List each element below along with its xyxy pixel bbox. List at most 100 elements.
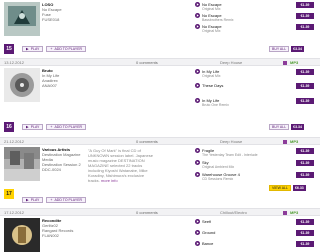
track-price-button[interactable]: €1.39 bbox=[296, 13, 314, 19]
play-icon: ▶ bbox=[26, 125, 29, 129]
play-icon[interactable] bbox=[195, 13, 200, 18]
comments-link[interactable]: 0 comments bbox=[136, 139, 158, 144]
play-button[interactable]: ▶ PLAY bbox=[22, 197, 44, 203]
play-icon[interactable] bbox=[195, 69, 200, 74]
track-price-button[interactable]: €1.39 bbox=[296, 69, 314, 75]
release-catalog: ANA007 bbox=[42, 83, 57, 88]
release-info: LOSO No Escape Fuse FUSE018 bbox=[42, 2, 86, 22]
format-icon bbox=[283, 61, 287, 65]
track-mix: The Yesterday Team Edit - Interlude bbox=[202, 153, 258, 157]
play-icon[interactable] bbox=[195, 241, 200, 246]
release-date: 21.12.2012 bbox=[4, 138, 25, 144]
cover-art bbox=[4, 147, 40, 181]
play-icon[interactable] bbox=[195, 24, 200, 29]
genre-label[interactable]: Deep House bbox=[220, 139, 242, 144]
track-title[interactable]: Bance bbox=[202, 241, 213, 246]
track-price-button[interactable]: €1.39 bbox=[296, 98, 314, 104]
release-cover[interactable] bbox=[4, 68, 40, 102]
play-icon[interactable] bbox=[195, 83, 200, 88]
release-info: Recondite Gerlitz02 Rangard Records FLAN… bbox=[42, 218, 86, 238]
track-price-button[interactable]: €1.39 bbox=[296, 160, 314, 166]
track-row: Ground bbox=[195, 230, 279, 241]
track-mix: Original Mix bbox=[202, 74, 221, 78]
play-button[interactable]: ▶ PLAY bbox=[22, 124, 44, 130]
format-label: MP3 bbox=[290, 209, 299, 215]
format-label: MP3 bbox=[290, 138, 299, 144]
cover-art bbox=[4, 218, 40, 252]
release-catalog: DDC-0024 bbox=[42, 167, 61, 172]
play-icon[interactable] bbox=[195, 219, 200, 224]
play-icon[interactable] bbox=[195, 2, 200, 7]
track-price-button[interactable]: €1.39 bbox=[296, 83, 314, 89]
comments-link[interactable]: 0 comments bbox=[136, 60, 158, 65]
release-cover[interactable] bbox=[4, 147, 40, 181]
release-meta-bar: 21.12.2012 0 comments Deep House MP3 bbox=[0, 137, 320, 145]
track-price-button[interactable]: €1.39 bbox=[296, 241, 314, 247]
buy-all-price[interactable]: €3.34 bbox=[291, 124, 304, 130]
chart-position-badge: 16 bbox=[4, 122, 14, 132]
release-actions: ▶ PLAY + ADD TO PLAYER bbox=[22, 124, 87, 130]
track-price-button[interactable]: €1.39 bbox=[296, 219, 314, 225]
more-info-link[interactable]: more info bbox=[101, 178, 118, 183]
description-text: "A Guy Of Mark" is final CD of UNKNOWN s… bbox=[88, 148, 153, 183]
add-to-player-button[interactable]: + ADD TO PLAYER bbox=[46, 124, 87, 130]
buy-all: BUY ALL €3.34 bbox=[269, 124, 304, 130]
play-icon[interactable] bbox=[195, 148, 200, 153]
buy-all: VIEW ALL €6.33 bbox=[269, 185, 306, 191]
plus-icon: + bbox=[50, 125, 53, 129]
add-to-player-button[interactable]: + ADD TO PLAYER bbox=[46, 197, 87, 203]
track-price-button[interactable]: €1.39 bbox=[296, 2, 314, 8]
play-icon[interactable] bbox=[195, 160, 200, 165]
track-row: Seefi bbox=[195, 219, 279, 230]
release-actions: ▶ PLAY + ADD TO PLAYER bbox=[22, 46, 87, 52]
genre-label[interactable]: Deep House bbox=[220, 60, 242, 65]
chart-position-badge: 15 bbox=[4, 44, 14, 54]
add-to-player-button[interactable]: + ADD TO PLAYER bbox=[46, 46, 87, 52]
track-row: No Escape Original Mix bbox=[195, 2, 279, 13]
play-icon[interactable] bbox=[195, 98, 200, 103]
format-label: MP3 bbox=[290, 59, 299, 65]
release-meta-bar: 17.12.2012 0 comments Chillout/Electro M… bbox=[0, 208, 320, 216]
play-icon: ▶ bbox=[26, 198, 29, 202]
track-title[interactable]: These Days bbox=[202, 83, 223, 88]
buy-all-price[interactable]: €3.34 bbox=[291, 46, 304, 52]
track-price-button[interactable]: €1.39 bbox=[296, 172, 314, 178]
track-row: No Escape Original Mix bbox=[195, 24, 279, 35]
view-all-button[interactable]: VIEW ALL bbox=[269, 185, 291, 191]
track-row: Bance bbox=[195, 241, 279, 252]
genre-label[interactable]: Chillout/Electro bbox=[220, 210, 247, 215]
release-title[interactable]: Destination Magazine Media bbox=[42, 152, 86, 162]
track-mix: Original Mix bbox=[202, 29, 221, 33]
release-cover[interactable] bbox=[4, 2, 40, 36]
play-icon[interactable] bbox=[195, 230, 200, 235]
cover-art bbox=[4, 2, 40, 36]
track-mix: Original Mix bbox=[202, 7, 221, 11]
track-row: Warehouse Groove 4 CD Sessions Remix bbox=[195, 172, 279, 183]
buy-all: BUY ALL €3.34 bbox=[269, 46, 304, 52]
play-icon[interactable] bbox=[195, 172, 200, 177]
chart-position-badge: 17 bbox=[4, 189, 14, 199]
plus-icon: + bbox=[50, 198, 53, 202]
release-date: 17.12.2012 bbox=[4, 209, 25, 215]
track-mix: Bassbrothers Remix bbox=[202, 18, 234, 22]
release-date: 13.12.2012 bbox=[4, 59, 25, 65]
track-row: No Escape Bassbrothers Remix bbox=[195, 13, 279, 24]
comments-link[interactable]: 0 comments bbox=[136, 210, 158, 215]
track-price-button[interactable]: €1.39 bbox=[296, 230, 314, 236]
track-row: Sky Original Ambient Mix bbox=[195, 160, 279, 171]
cover-art bbox=[4, 68, 40, 102]
track-price-button[interactable]: €1.39 bbox=[296, 24, 314, 30]
track-row: In My Life Original Mix bbox=[195, 69, 279, 80]
track-title[interactable]: Ground bbox=[202, 230, 215, 235]
release-info: Various Artists Destination Magazine Med… bbox=[42, 147, 86, 172]
track-title[interactable]: Seefi bbox=[202, 219, 211, 224]
play-button[interactable]: ▶ PLAY bbox=[22, 46, 44, 52]
buy-all-price[interactable]: €6.33 bbox=[292, 185, 306, 191]
buy-all-button[interactable]: BUY ALL bbox=[269, 46, 290, 52]
track-price-button[interactable]: €1.39 bbox=[296, 148, 314, 154]
track-mix: CD Sessions Remix bbox=[202, 177, 234, 181]
buy-all-button[interactable]: BUY ALL bbox=[269, 124, 290, 130]
plus-icon: + bbox=[50, 47, 53, 51]
release-cover[interactable] bbox=[4, 218, 40, 252]
format-icon bbox=[283, 140, 287, 144]
